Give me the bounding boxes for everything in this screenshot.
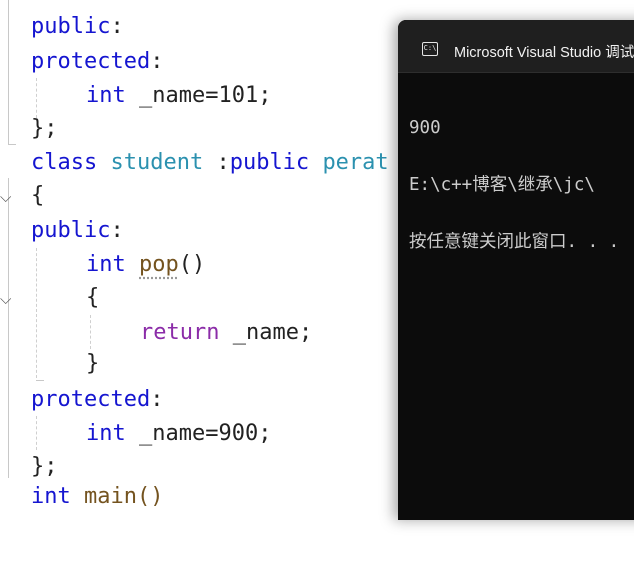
debug-console-window[interactable]: C:\ Microsoft Visual Studio 调试控制台 900 E:… (398, 20, 634, 520)
code-text: { (86, 285, 100, 310)
keyword: public (31, 218, 111, 243)
punctuation: : (110, 14, 124, 39)
punctuation: : (150, 49, 164, 74)
code-text: _name; (219, 320, 313, 345)
console-output-line: E:\c++博客\继承\jc\ (409, 175, 595, 195)
function-name: main() (84, 484, 164, 509)
code-text: _name=101; (125, 83, 272, 108)
keyword: class (31, 150, 98, 175)
keyword: public (229, 150, 310, 175)
code-text: }; (31, 454, 58, 479)
type-keyword: int (31, 484, 71, 509)
punctuation: : (110, 218, 124, 243)
type-keyword: int (86, 83, 126, 108)
code-text: _name=900; (125, 421, 272, 446)
console-output-line: 按任意键关闭此窗口. . . (409, 232, 620, 252)
console-output[interactable]: 900 E:\c++博客\继承\jc\ 按任意键关闭此窗口. . . (409, 81, 634, 290)
code-line[interactable]: { (0, 179, 53, 213)
punctuation: : (203, 150, 230, 175)
console-app-icon: C:\ (422, 42, 438, 56)
punctuation: : (150, 387, 164, 412)
type-keyword: int (86, 252, 126, 277)
function-name[interactable]: pop (139, 252, 179, 277)
base-class-name: perat (322, 150, 389, 175)
code-line[interactable]: int _name=101; (0, 79, 271, 113)
code-line[interactable]: int _name=900; (0, 417, 271, 451)
code-line[interactable]: }; (0, 112, 58, 146)
code-line[interactable]: public: (0, 214, 124, 248)
keyword: public (31, 14, 111, 39)
keyword: protected (31, 49, 151, 74)
code-line[interactable]: return _name; (0, 316, 312, 350)
code-line[interactable]: ⌵ int pop() (0, 248, 205, 308)
code-text: } (86, 351, 100, 376)
code-line[interactable]: protected: (0, 383, 163, 417)
console-output-line: 900 (409, 118, 441, 138)
indent-guide (90, 315, 91, 349)
code-line[interactable]: } (0, 347, 99, 381)
code-line[interactable]: }; (0, 450, 58, 484)
type-keyword: int (86, 421, 126, 446)
control-keyword: return (140, 320, 220, 345)
code-text: { (31, 183, 45, 208)
code-line[interactable]: { (0, 281, 99, 315)
code-text: }; (31, 116, 58, 141)
code-line[interactable]: protected: (0, 45, 163, 79)
console-title: Microsoft Visual Studio 调试控制台 (454, 45, 634, 61)
code-line[interactable]: int main() (0, 480, 163, 514)
class-name: student (110, 150, 204, 175)
keyword: protected (31, 387, 151, 412)
console-title-bar[interactable]: C:\ Microsoft Visual Studio 调试控制台 (398, 20, 634, 73)
code-line[interactable]: public: (0, 10, 124, 44)
code-text: () (178, 252, 206, 277)
code-line[interactable]: ⌵ class student :public perat (0, 146, 389, 206)
